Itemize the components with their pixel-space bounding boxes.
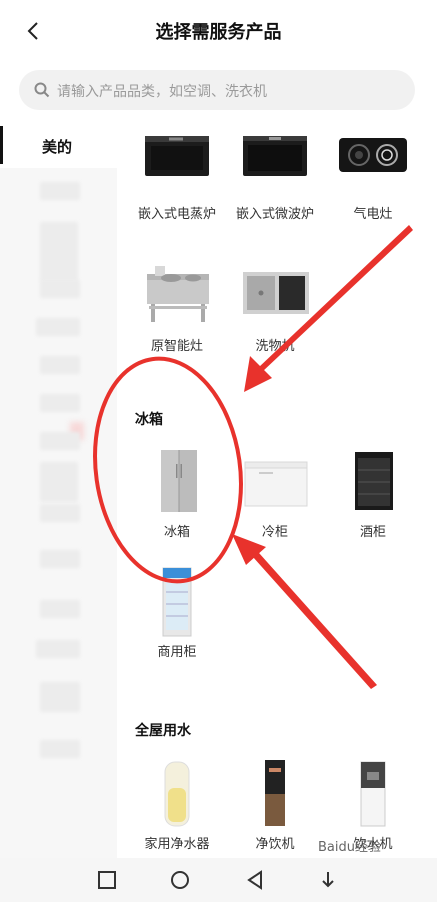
- sidebar-item-blurred[interactable]: [40, 182, 80, 200]
- product-label: 冰箱: [163, 525, 190, 540]
- square-icon: [98, 871, 116, 889]
- product-item[interactable]: 气电灶: [325, 128, 421, 224]
- header-bar: 选择需服务产品: [0, 0, 437, 62]
- water-dispenser-image: [337, 758, 409, 830]
- product-item[interactable]: 冰箱: [129, 446, 225, 542]
- sidebar-item-blurred[interactable]: [40, 600, 80, 618]
- section-title-water: 全屋用水: [135, 723, 191, 739]
- sidebar-item-blurred[interactable]: [40, 280, 80, 298]
- back-nav-button[interactable]: [243, 868, 267, 892]
- product-label: 酒柜: [359, 525, 386, 540]
- product-item[interactable]: 净饮机: [227, 758, 323, 854]
- triangle-back-icon: [247, 870, 262, 890]
- sidebar-item-blurred[interactable]: [40, 740, 80, 758]
- product-label: 冷柜: [261, 525, 288, 540]
- fridge-image: [141, 446, 213, 518]
- microwave-image: [239, 128, 311, 200]
- search-icon: [33, 81, 51, 99]
- search-placeholder: 请输入产品品类，如空调、洗衣机: [57, 84, 267, 100]
- sidebar-item-blurred[interactable]: [40, 504, 80, 522]
- display-cooler-image: [141, 566, 213, 638]
- section-title-fridge: 冰箱: [135, 412, 163, 428]
- product-label: 气电灶: [353, 207, 393, 222]
- recent-apps-button[interactable]: [95, 868, 119, 892]
- sidebar-item-blurred[interactable]: [40, 432, 80, 450]
- product-item[interactable]: 原智能灶: [129, 260, 225, 356]
- chest-freezer-image: [239, 446, 311, 518]
- sink-dishwasher-image: [239, 260, 311, 332]
- product-label: 家用净水器: [144, 837, 210, 852]
- steam-oven-image: [141, 128, 213, 200]
- product-item[interactable]: 洗物机: [227, 260, 323, 356]
- system-nav-bar: [0, 858, 437, 902]
- sidebar-item-label: 美的: [42, 138, 73, 156]
- search-bar[interactable]: 请输入产品品类，如空调、洗衣机: [19, 70, 415, 110]
- water-purifier-image: [141, 758, 213, 830]
- sidebar-item-blurred[interactable]: [36, 640, 80, 658]
- watermark-text: Baidu经验: [318, 840, 381, 855]
- drinking-machine-image: [239, 758, 311, 830]
- sidebar-item-blurred[interactable]: [40, 222, 78, 282]
- product-item[interactable]: 酒柜: [325, 446, 421, 542]
- product-label: 嵌入式电蒸炉: [137, 207, 216, 222]
- sidebar-item-blurred[interactable]: [40, 682, 80, 712]
- product-item[interactable]: 嵌入式微波炉: [227, 128, 323, 224]
- product-item[interactable]: 冷柜: [227, 446, 323, 542]
- sidebar-item-blurred[interactable]: [40, 394, 80, 412]
- wine-cabinet-image: [337, 446, 409, 518]
- gas-stove-image: [337, 128, 409, 200]
- page-title: 选择需服务产品: [155, 22, 282, 43]
- product-label: 洗物机: [255, 339, 295, 354]
- commercial-stove-image: [141, 260, 213, 332]
- hide-nav-button[interactable]: [316, 868, 340, 892]
- arrow-down-icon: [322, 872, 334, 888]
- category-sidebar[interactable]: 美的: [0, 122, 117, 858]
- product-item[interactable]: 嵌入式电蒸炉: [129, 128, 225, 224]
- product-item[interactable]: 家用净水器: [129, 758, 225, 854]
- product-content: 嵌入式电蒸炉 嵌入式微波炉 气电灶 原智能灶 洗物机 冰箱 冰箱 冷柜 酒柜 商…: [117, 122, 437, 858]
- sidebar-item-blurred[interactable]: [40, 550, 80, 568]
- product-label: 净饮机: [255, 837, 295, 852]
- home-button[interactable]: [168, 868, 192, 892]
- sidebar-item-blurred[interactable]: [40, 462, 78, 502]
- product-label: 原智能灶: [150, 339, 203, 354]
- product-label: 嵌入式微波炉: [235, 207, 314, 222]
- circle-icon: [171, 871, 189, 889]
- sidebar-item-active[interactable]: 美的: [0, 122, 117, 168]
- active-indicator: [0, 126, 3, 164]
- product-item[interactable]: 商用柜: [129, 566, 225, 662]
- sidebar-item-blurred[interactable]: [36, 318, 80, 336]
- sidebar-item-blurred[interactable]: [40, 356, 80, 374]
- product-label: 商用柜: [157, 645, 197, 660]
